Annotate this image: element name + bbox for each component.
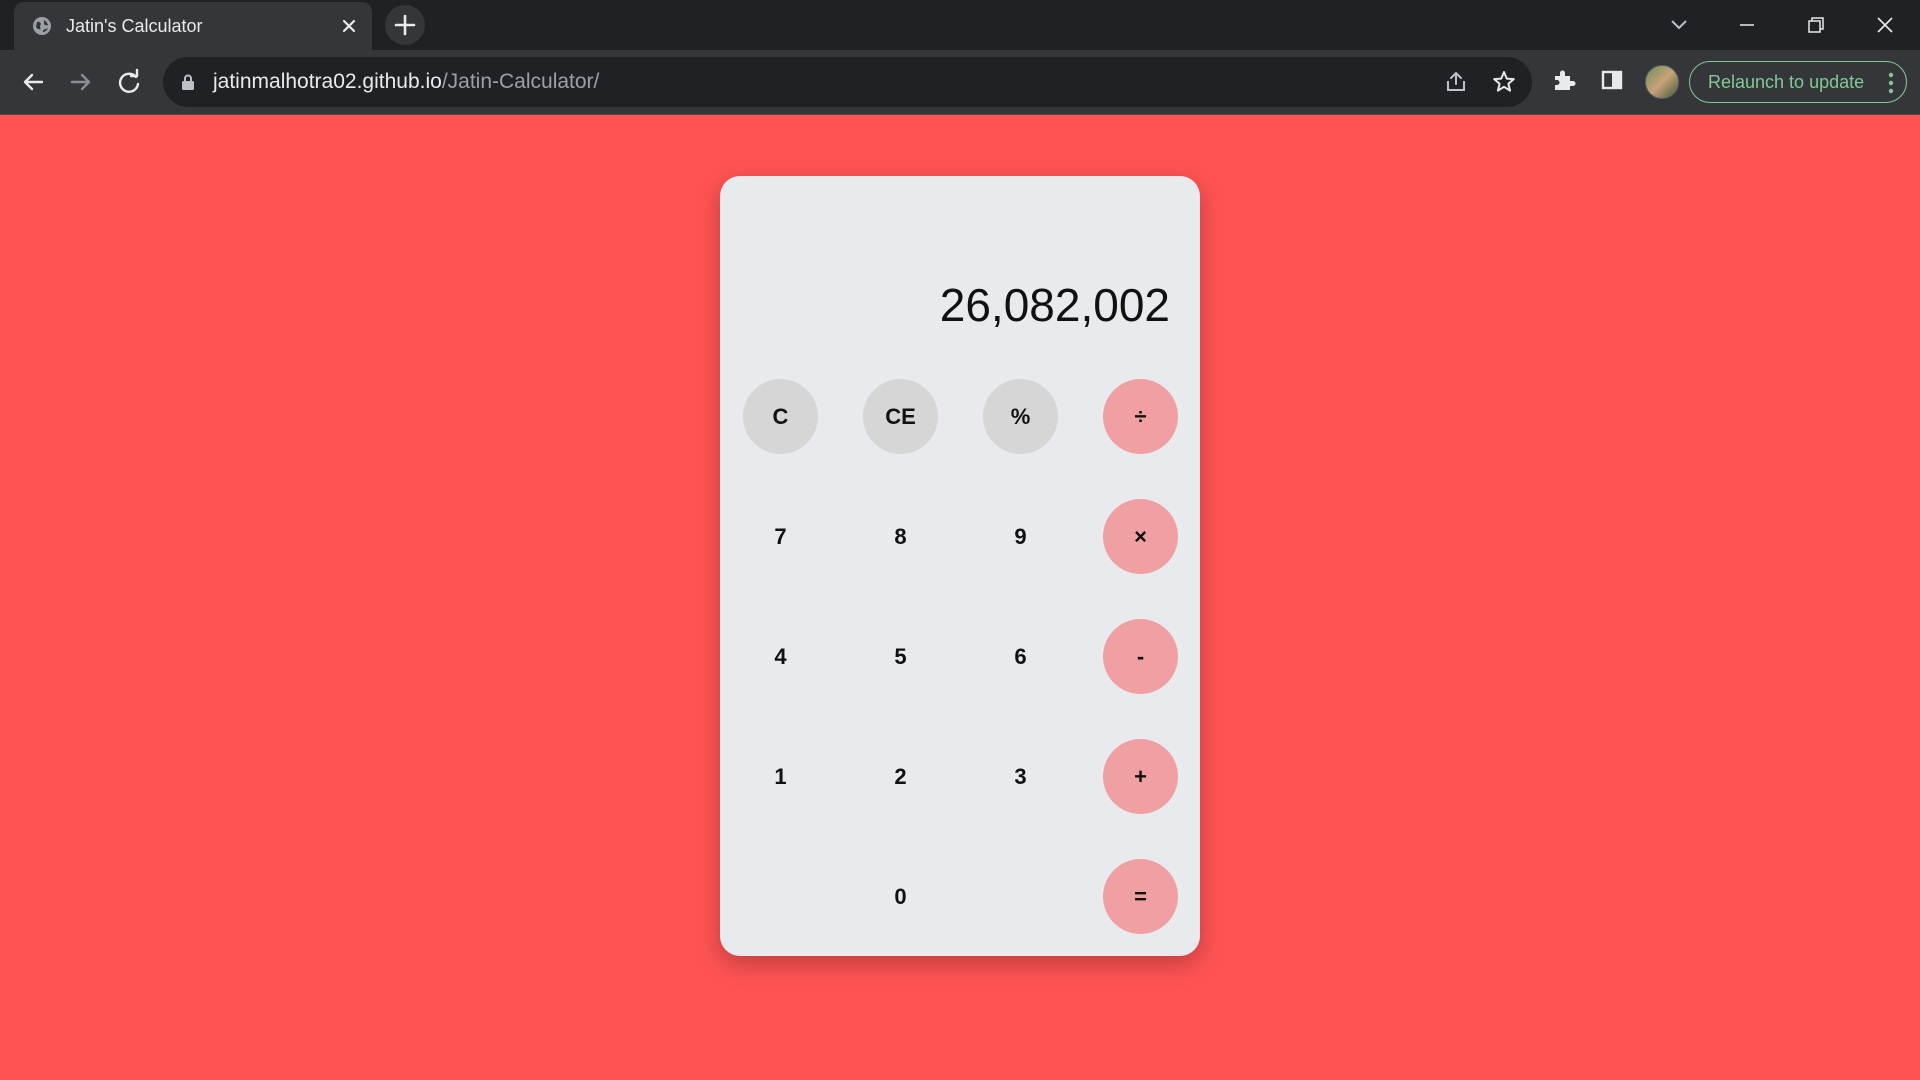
tab-title: Jatin's Calculator <box>66 16 203 36</box>
url-path: /Jatin-Calculator/ <box>441 70 600 93</box>
digit-4-button[interactable]: 4 <box>743 619 818 694</box>
side-panel-icon[interactable] <box>1597 65 1627 95</box>
clear-button[interactable]: C <box>743 379 818 454</box>
digit-3-button[interactable]: 3 <box>983 739 1058 814</box>
digit-0-button[interactable]: 0 <box>863 859 938 934</box>
minimize-button[interactable] <box>1732 10 1762 40</box>
percent-button[interactable]: % <box>983 379 1058 454</box>
calculator-display: 26,082,002 <box>939 279 1170 331</box>
digit-6-button[interactable]: 6 <box>983 619 1058 694</box>
digit-9-button[interactable]: 9 <box>983 499 1058 574</box>
globe-icon <box>32 16 52 36</box>
equals-button[interactable]: = <box>1103 859 1178 934</box>
extensions-puzzle-icon[interactable] <box>1549 65 1579 95</box>
share-icon[interactable] <box>1443 69 1469 95</box>
tab-search-chevron-icon[interactable] <box>1665 12 1693 36</box>
new-tab-button[interactable] <box>385 5 425 45</box>
subtract-button[interactable]: - <box>1103 619 1178 694</box>
browser-toolbar: jatinmalhotra02.github.io/Jatin-Calculat… <box>0 50 1920 115</box>
digit-8-button[interactable]: 8 <box>863 499 938 574</box>
close-tab-icon[interactable] <box>338 15 360 37</box>
more-menu-icon[interactable] <box>1888 72 1894 94</box>
lock-icon[interactable] <box>180 73 196 91</box>
page-viewport: 26,082,002 C CE % ÷ 7 8 9 × 4 5 6 - 1 2 … <box>0 116 1920 1080</box>
profile-avatar[interactable] <box>1645 65 1679 99</box>
multiply-button[interactable]: × <box>1103 499 1178 574</box>
browser-tab[interactable]: Jatin's Calculator <box>14 2 372 50</box>
relaunch-label: Relaunch to update <box>1708 72 1865 92</box>
bookmark-star-icon[interactable] <box>1491 69 1517 95</box>
back-button[interactable] <box>16 65 50 99</box>
address-bar[interactable]: jatinmalhotra02.github.io/Jatin-Calculat… <box>163 57 1532 107</box>
digit-5-button[interactable]: 5 <box>863 619 938 694</box>
add-button[interactable]: + <box>1103 739 1178 814</box>
calculator-panel: 26,082,002 C CE % ÷ 7 8 9 × 4 5 6 - 1 2 … <box>720 176 1200 956</box>
divide-button[interactable]: ÷ <box>1103 379 1178 454</box>
url-host: jatinmalhotra02.github.io <box>213 70 442 93</box>
digit-7-button[interactable]: 7 <box>743 499 818 574</box>
reload-button[interactable] <box>112 65 146 99</box>
close-window-button[interactable] <box>1870 10 1900 40</box>
url-text[interactable]: jatinmalhotra02.github.io/Jatin-Calculat… <box>213 70 599 94</box>
clear-entry-button[interactable]: CE <box>863 379 938 454</box>
tab-strip: Jatin's Calculator <box>0 0 1920 50</box>
digit-1-button[interactable]: 1 <box>743 739 818 814</box>
forward-button[interactable] <box>64 65 98 99</box>
digit-2-button[interactable]: 2 <box>863 739 938 814</box>
relaunch-to-update-button[interactable]: Relaunch to update <box>1689 61 1907 103</box>
restore-button[interactable] <box>1801 10 1831 40</box>
